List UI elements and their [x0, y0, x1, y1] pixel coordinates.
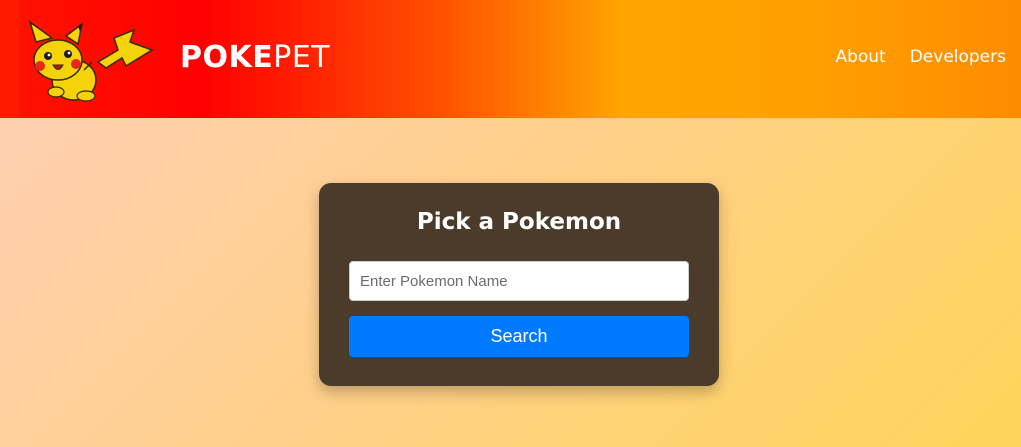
pikachu-icon[interactable]: [26, 20, 156, 106]
brand-logo-text[interactable]: POKEPET: [180, 38, 330, 78]
main-nav: About Developers: [835, 47, 1006, 67]
brand-light: PET: [273, 40, 331, 75]
nav-link-about[interactable]: About: [835, 47, 885, 67]
brand-bold: POKE: [180, 40, 274, 75]
nav-link-developers[interactable]: Developers: [910, 47, 1006, 67]
card-title: Pick a Pokemon: [416, 209, 622, 235]
pokemon-search-card: Pick a Pokemon Search: [319, 183, 719, 386]
top-header: POKEPET About Developers: [0, 0, 1021, 118]
pokemon-name-input[interactable]: [349, 261, 689, 301]
search-button[interactable]: Search: [349, 316, 689, 357]
header-edge-strip: [0, 0, 19, 118]
